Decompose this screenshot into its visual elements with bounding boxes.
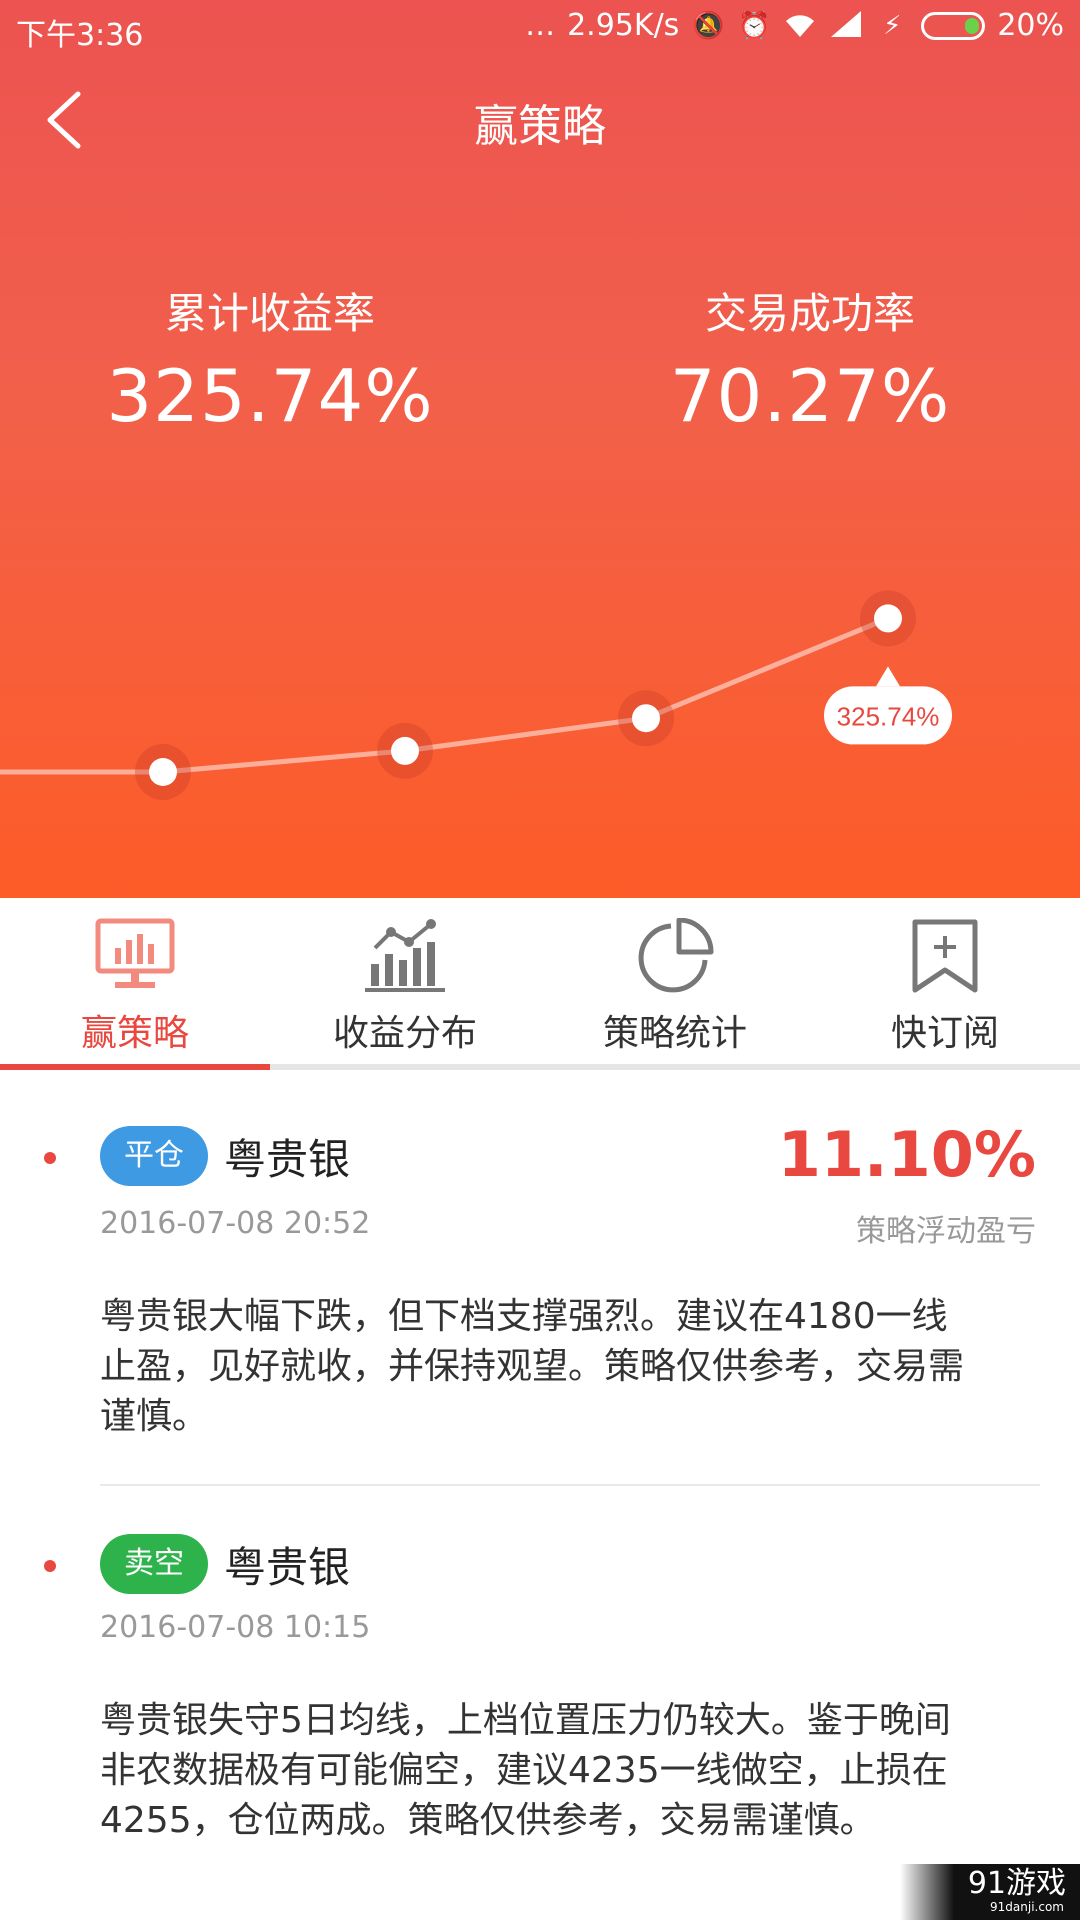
page-title: 赢策略 [474, 101, 606, 152]
description-line: 4255，仓位两成。策略仅供参考，交易需谨慎。 [100, 1800, 876, 1841]
chart-point [391, 736, 419, 765]
watermark-site: 91danji.com [990, 1900, 1064, 1914]
item-description: 粤贵银失守5日均线，上档位置压力仍较大。鉴于晚间 非农数据极有可能偏空，建议42… [100, 1696, 1040, 1846]
battery-icon [921, 11, 986, 40]
wifi-icon [783, 9, 817, 43]
chart-point [874, 604, 902, 633]
cumulative-return-value: 325.74% [106, 354, 434, 438]
tab-quick-subscribe[interactable]: 快订阅 [810, 898, 1080, 1064]
tab-label: 收益分布 [332, 1013, 477, 1054]
status-time: 下午3:36 [16, 18, 144, 53]
return-line-chart: 325.74% [0, 590, 952, 800]
cumulative-return-stat: 累计收益率 325.74% [50, 280, 490, 438]
description-line: 粤贵银失守5日均线，上档位置压力仍较大。鉴于晚间 [100, 1700, 951, 1741]
chart-callout-pointer [876, 666, 900, 687]
item-time: 2016-07-08 20:52 [100, 1206, 371, 1241]
description-line: 粤贵银大幅下跌，但下档支撑强烈。建议在4180一线 [100, 1296, 948, 1337]
list-item[interactable]: 平仓 粤贵银 11.10% 2016-07-08 20:52 策略浮动盈亏 粤贵… [0, 1070, 1080, 1490]
tab-return-distribution[interactable]: 收益分布 [270, 898, 540, 1064]
signal-icon [829, 9, 863, 43]
pie-chart-icon [638, 918, 714, 993]
alarm-icon: ⏰ [738, 10, 771, 41]
item-name: 粤贵银 [224, 1135, 351, 1184]
floating-pnl-value: 11.10% [777, 1118, 1036, 1191]
chart-series-line [162, 616, 889, 775]
status-badge: 平仓 [100, 1126, 208, 1186]
description-line: 止盈，见好就收，并保持观望。策略仅供参考，交易需 [100, 1346, 965, 1387]
watermark-brand: 91游戏 [967, 1866, 1066, 1901]
tab-label: 赢策略 [80, 1013, 189, 1054]
tab-label: 快订阅 [890, 1013, 999, 1054]
more-dots-icon: … [525, 8, 556, 43]
description-line: 非农数据极有可能偏空，建议4235一线做空，止损在 [100, 1750, 948, 1791]
hero-header: 下午3:36 … 2.95K/s 🔕 ⏰ ⚡ 20% 赢策略 累计收益率 325… [0, 0, 1080, 898]
description-line: 谨慎。 [100, 1396, 209, 1437]
chart-point [632, 704, 660, 733]
charging-icon: ⚡ [883, 10, 902, 41]
status-badge: 卖空 [100, 1534, 208, 1594]
success-rate-value: 70.27% [669, 354, 951, 438]
battery-percent: 20% [997, 8, 1064, 43]
chart-callout-label: 325.74% [837, 701, 940, 731]
bookmark-add-icon [912, 919, 978, 993]
success-rate-stat: 交易成功率 70.27% [590, 280, 1030, 438]
tab-bar: 赢策略 收益分布 策略统计 快订阅 [0, 898, 1080, 1070]
list-item[interactable]: 卖空 粤贵银 2016-07-08 10:15 粤贵银失守5日均线，上档位置压力… [0, 1486, 1080, 1906]
success-rate-label: 交易成功率 [704, 289, 915, 338]
bar-line-chart-icon [365, 919, 445, 992]
nav-bar: 赢策略 [0, 58, 1080, 178]
strategy-list: 平仓 粤贵银 11.10% 2016-07-08 20:52 策略浮动盈亏 粤贵… [0, 1070, 1080, 1920]
mute-icon: 🔕 [692, 10, 725, 41]
bullet-dot [44, 1152, 56, 1164]
chart-point [149, 758, 177, 786]
network-speed: 2.95K/s [567, 8, 680, 43]
item-description: 粤贵银大幅下跌，但下档支撑强烈。建议在4180一线 止盈，见好就收，并保持观望。… [100, 1292, 1040, 1442]
floating-pnl-label: 策略浮动盈亏 [856, 1214, 1036, 1249]
bullet-dot [44, 1560, 56, 1572]
monitor-chart-icon [95, 918, 175, 988]
status-bar: 下午3:36 … 2.95K/s 🔕 ⏰ ⚡ 20% [0, 0, 1080, 58]
cumulative-return-label: 累计收益率 [164, 289, 375, 338]
watermark-logo: 91游戏 91danji.com [900, 1864, 1080, 1920]
item-time: 2016-07-08 10:15 [100, 1610, 371, 1645]
tab-strategy-stats[interactable]: 策略统计 [540, 898, 810, 1064]
tab-win-strategy[interactable]: 赢策略 [0, 898, 270, 1064]
item-name: 粤贵银 [224, 1543, 351, 1592]
status-icons: … 2.95K/s 🔕 ⏰ ⚡ 20% [525, 8, 1064, 43]
tab-label: 策略统计 [602, 1013, 747, 1054]
